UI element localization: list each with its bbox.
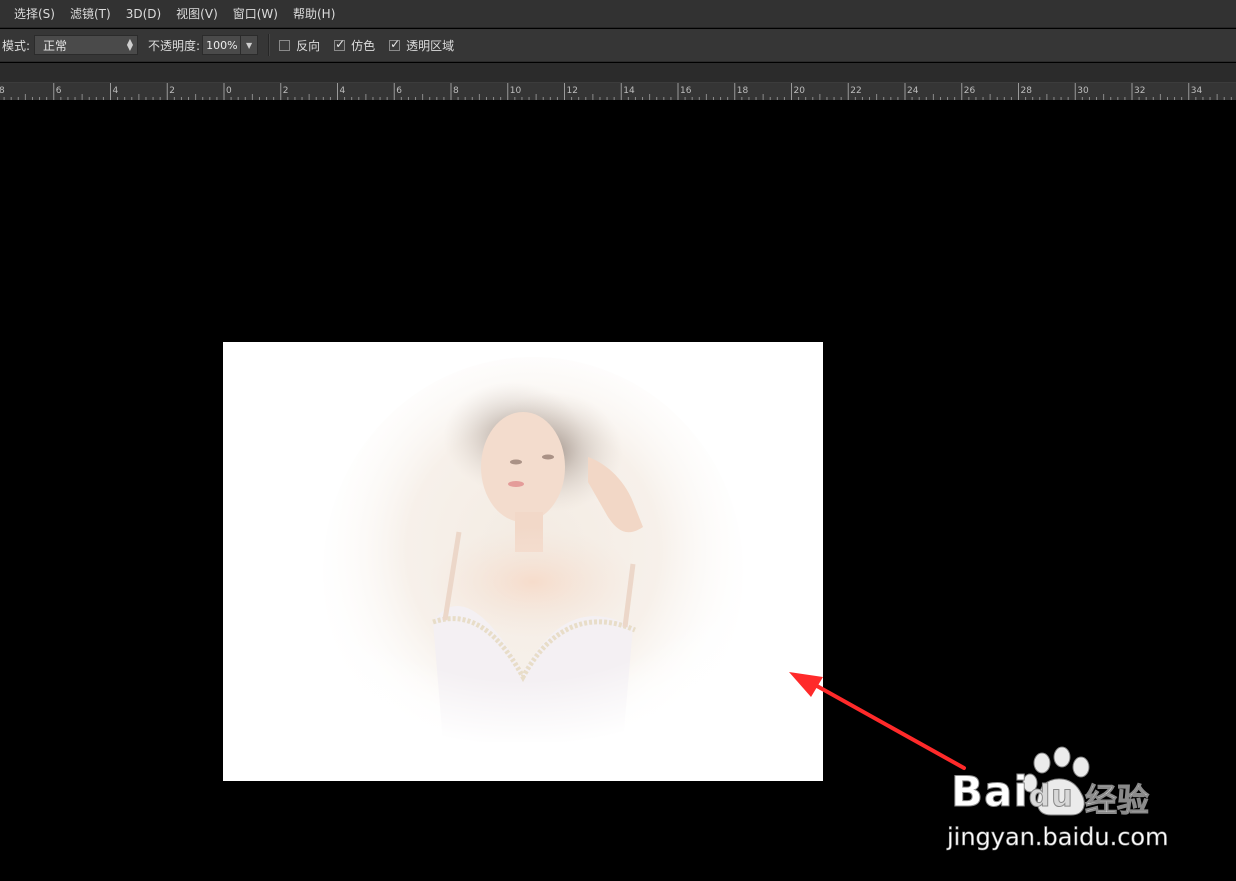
menu-3d[interactable]: 3D(D) [119,7,169,21]
ruler-label: 10 [510,86,522,96]
ruler-label: 26 [964,86,976,96]
ruler-label: 32 [1134,86,1145,96]
ruler-label: 14 [623,86,635,96]
menu-filter[interactable]: 滤镜(T) [63,5,119,22]
ruler-label: 30 [1077,86,1089,96]
checkbox-box-checked[interactable]: ✓ [389,36,401,51]
ruler-label: 22 [850,86,861,96]
ruler-label: 4 [113,86,119,96]
ruler-label: 4 [340,86,346,96]
ruler-label: 8 [0,86,5,96]
menu-help[interactable]: 帮助(H) [286,5,343,22]
document-image[interactable] [223,342,823,781]
checkbox-box[interactable] [279,39,291,51]
watermark-product: 经验 [1084,781,1150,820]
checkmark-icon: ✓ [335,36,346,51]
checkmark-icon: ✓ [390,36,401,51]
transparency-checkbox[interactable]: ✓ 透明区域 [389,37,454,54]
horizontal-ruler[interactable]: 86420246810121416182022242628303234 [0,82,1236,100]
ruler-label: 16 [680,86,692,96]
opacity-field[interactable]: 100% ▼ [202,35,259,55]
ruler-graphic: 86420246810121416182022242628303234 [0,83,1232,100]
ruler-label: 0 [226,86,232,96]
menu-bar: 选择(S) 滤镜(T) 3D(D) 视图(V) 窗口(W) 帮助(H) [0,0,1236,28]
ruler-label: 28 [1021,86,1033,96]
ruler-label: 8 [453,86,459,96]
ruler-label: 34 [1191,86,1203,96]
ruler-label: 2 [169,86,175,96]
ruler-label: 20 [794,86,806,96]
separator [268,34,271,56]
ruler-label: 12 [567,86,578,96]
ruler-label: 24 [907,86,919,96]
opacity-label: 不透明度: [148,38,201,53]
updown-arrows-icon: ▲ ▼ [126,37,134,52]
chevron-down-icon[interactable]: ▼ [240,36,257,54]
menu-view[interactable]: 视图(V) [169,5,226,22]
ruler-label: 6 [56,86,62,96]
checkbox-box-checked[interactable]: ✓ [334,36,346,51]
transparency-label: 透明区域 [406,38,455,53]
mode-value: 正常 [43,38,68,53]
vignette-portrait-image [223,342,823,781]
mode-select[interactable]: 正常 ▲ ▼ [34,35,139,55]
menu-select[interactable]: 选择(S) [0,5,63,22]
reverse-label: 反向 [296,38,321,53]
mode-label: 模式: [2,38,31,53]
reverse-checkbox[interactable]: 反向 [279,37,320,54]
watermark-url: jingyan.baidu.com [947,823,1169,852]
dither-checkbox[interactable]: ✓ 仿色 [334,37,375,54]
watermark-brand: Baidu [951,767,1074,817]
baidu-watermark: Baidu 经验 jingyan.baidu.com [945,745,1175,855]
ruler-label: 6 [396,86,402,96]
ruler-label: 18 [737,86,749,96]
ruler-label: 2 [283,86,289,96]
dither-label: 仿色 [351,38,376,53]
menu-window[interactable]: 窗口(W) [226,5,286,22]
opacity-value[interactable]: 100% [203,36,240,54]
options-bar: 模式: 正常 ▲ ▼ 不透明度: 100% ▼ 反向 ✓ 仿色 ✓ 透明区域 [0,29,1236,62]
document-tab-strip [0,63,1236,82]
